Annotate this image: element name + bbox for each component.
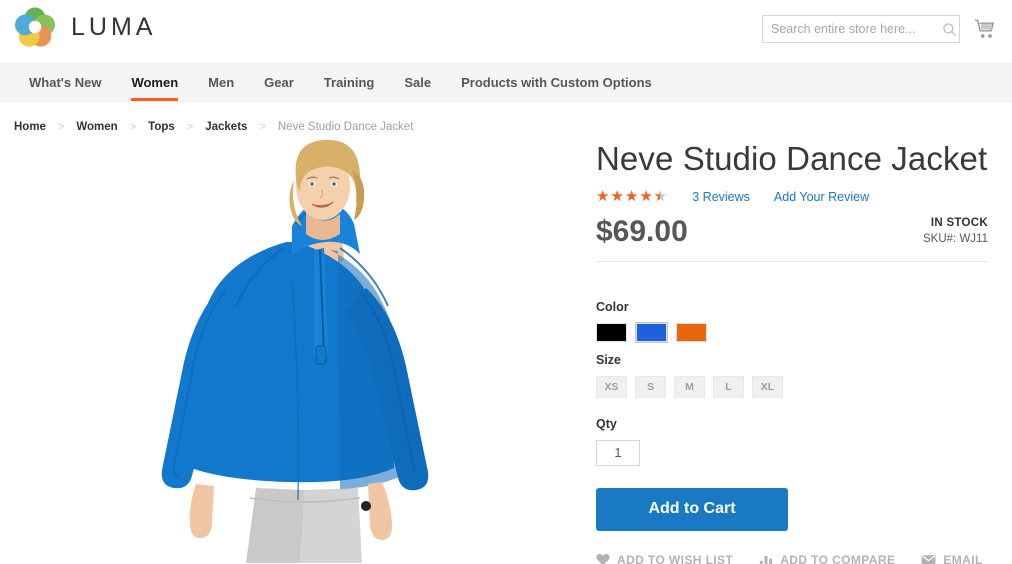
bar-chart-icon	[760, 556, 773, 564]
breadcrumb-separator: >	[259, 121, 266, 133]
search-button[interactable]	[940, 16, 959, 42]
nav-item-women[interactable]: Women	[116, 64, 193, 101]
add-to-compare-link[interactable]: ADD TO COMPARE	[759, 553, 895, 564]
nav-label: Training	[323, 75, 375, 90]
product-gallery[interactable]	[0, 138, 590, 563]
size-options: XS S M L XL	[596, 375, 988, 398]
product-image[interactable]	[0, 138, 590, 563]
product-actions: ADD TO WISH LIST ADD TO COMPARE EMAIL	[596, 553, 988, 564]
product-main: Neve Studio Dance Jacket ★★★★★ ★★★★★ 3 R…	[0, 138, 1012, 564]
shopping-cart-icon	[975, 19, 995, 38]
main-navigation: What's New Women Men Gear Training Sale …	[0, 63, 1012, 102]
nav-item-gear[interactable]: Gear	[249, 64, 309, 101]
nav-item-sale[interactable]: Sale	[389, 64, 446, 101]
availability-block: IN STOCK SKU#: WJ11	[923, 217, 988, 247]
quantity-group: Qty	[596, 417, 988, 466]
nav-label: Gear	[264, 75, 294, 90]
rating-row: ★★★★★ ★★★★★ 3 Reviews Add Your Review	[596, 189, 988, 205]
luma-ring-logo-icon	[15, 7, 55, 47]
add-review-link[interactable]: Add Your Review	[774, 190, 869, 204]
star-rating-filled: ★★★★★	[596, 189, 660, 205]
color-swatch-blue[interactable]	[635, 321, 668, 343]
breadcrumb: Home > Women > Tops > Jackets > Neve Stu…	[0, 102, 1012, 138]
size-option-group: Size XS S M L XL	[596, 353, 988, 398]
quantity-label: Qty	[596, 416, 617, 431]
nav-label: Products with Custom Options	[461, 75, 652, 90]
product-sku: SKU#: WJ11	[923, 232, 988, 245]
nav-label: Women	[131, 75, 179, 90]
nav-item-products-with-custom-options[interactable]: Products with Custom Options	[446, 64, 667, 101]
breadcrumb-item-tops[interactable]: Tops	[148, 121, 175, 133]
size-option-m[interactable]: M	[674, 375, 705, 398]
action-label: ADD TO WISH LIST	[617, 552, 734, 564]
product-price: $69.00	[596, 214, 688, 248]
product-info: Neve Studio Dance Jacket ★★★★★ ★★★★★ 3 R…	[590, 138, 1012, 564]
heart-icon	[596, 554, 610, 564]
nav-item-men[interactable]: Men	[193, 64, 249, 101]
reviews-link[interactable]: 3 Reviews	[692, 190, 750, 204]
search-input[interactable]	[763, 16, 940, 42]
color-swatches	[596, 321, 988, 343]
action-label: EMAIL	[943, 552, 983, 564]
breadcrumb-separator: >	[57, 121, 65, 133]
nav-label: Men	[208, 75, 235, 90]
nav-label: What's New	[29, 75, 102, 90]
add-to-cart-button[interactable]: Add to Cart	[596, 487, 788, 531]
color-option-group: Color	[596, 299, 988, 343]
product-title: Neve Studio Dance Jacket	[596, 140, 988, 177]
cart-button[interactable]	[972, 16, 998, 42]
color-swatch-black[interactable]	[596, 322, 627, 342]
quantity-input[interactable]	[596, 439, 640, 466]
star-rating[interactable]: ★★★★★ ★★★★★	[596, 189, 668, 204]
site-header: LUMA	[0, 0, 1012, 63]
color-swatch-orange[interactable]	[676, 322, 707, 342]
envelope-icon	[921, 555, 936, 564]
breadcrumb-item-jackets[interactable]: Jackets	[205, 121, 247, 133]
search-icon	[943, 22, 956, 36]
size-option-xl[interactable]: XL	[752, 375, 783, 398]
breadcrumb-separator: >	[186, 121, 194, 133]
add-to-wishlist-link[interactable]: ADD TO WISH LIST	[596, 553, 733, 564]
size-label: Size	[596, 352, 622, 367]
breadcrumb-item-home[interactable]: Home	[14, 121, 46, 133]
color-label: Color	[596, 299, 629, 314]
brand-name: LUMA	[71, 12, 157, 41]
breadcrumb-item-women[interactable]: Women	[76, 121, 117, 133]
nav-item-whats-new[interactable]: What's New	[14, 64, 116, 101]
price-row: $69.00 IN STOCK SKU#: WJ11	[596, 214, 988, 262]
nav-label: Sale	[404, 75, 432, 90]
size-option-xs[interactable]: XS	[596, 375, 627, 398]
logo[interactable]: LUMA	[14, 7, 156, 47]
search-box[interactable]	[762, 15, 960, 43]
stock-status: IN STOCK	[930, 216, 988, 229]
breadcrumb-item-current: Neve Studio Dance Jacket	[277, 121, 414, 133]
size-option-s[interactable]: S	[635, 375, 666, 398]
nav-item-training[interactable]: Training	[309, 64, 390, 101]
action-label: ADD TO COMPARE	[780, 552, 896, 564]
size-option-l[interactable]: L	[713, 375, 744, 398]
breadcrumb-separator: >	[129, 121, 137, 133]
email-link[interactable]: EMAIL	[921, 553, 982, 564]
